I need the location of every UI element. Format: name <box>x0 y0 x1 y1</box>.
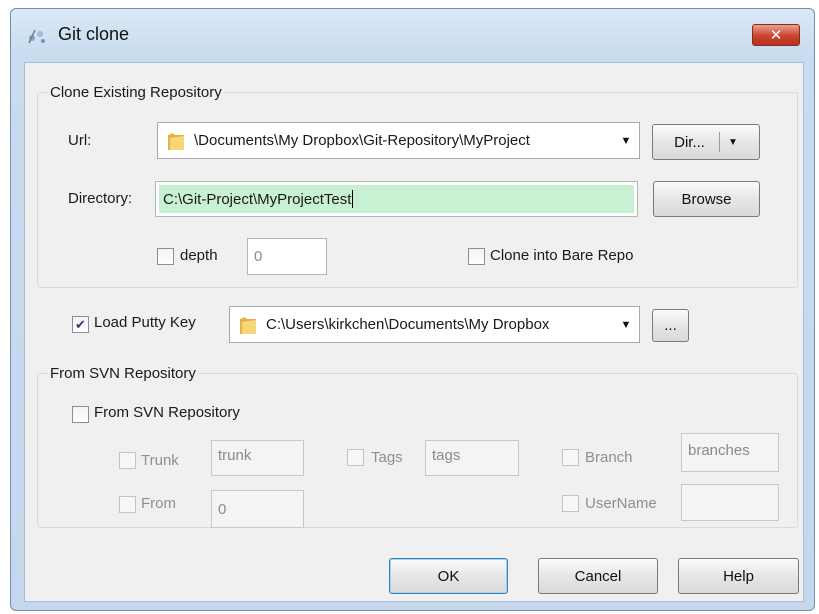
chevron-down-icon[interactable]: ▼ <box>613 135 639 147</box>
folder-icon <box>240 316 256 334</box>
tags-label: Tags <box>371 449 403 466</box>
putty-key-combobox[interactable]: C:\Users\kirkchen\Documents\My Dropbox ▼ <box>229 306 640 343</box>
url-combobox[interactable]: \Documents\My Dropbox\Git-Repository\MyP… <box>157 122 640 159</box>
username-input[interactable] <box>681 484 779 521</box>
cancel-button[interactable]: Cancel <box>538 558 658 594</box>
from-revision-input[interactable]: 0 <box>211 490 304 528</box>
git-clone-icon <box>28 29 45 44</box>
chevron-down-icon[interactable]: ▼ <box>728 137 738 148</box>
browse-button[interactable]: Browse <box>653 181 760 217</box>
dir-button-label: Dir... <box>674 133 705 151</box>
svn-group-title: From SVN Repository <box>48 365 198 382</box>
url-label: Url: <box>68 132 92 149</box>
branch-checkbox[interactable] <box>562 449 579 466</box>
directory-label: Directory: <box>68 190 133 207</box>
tags-checkbox[interactable] <box>347 449 364 466</box>
url-value: \Documents\My Dropbox\Git-Repository\MyP… <box>194 132 530 149</box>
help-button[interactable]: Help <box>678 558 799 594</box>
putty-browse-button[interactable]: ... <box>652 309 689 342</box>
split-divider <box>718 132 720 152</box>
directory-value: C:\Git-Project\MyProjectTest <box>163 190 352 208</box>
depth-checkbox[interactable] <box>157 248 174 265</box>
directory-input[interactable]: C:\Git-Project\MyProjectTest <box>155 181 638 217</box>
from-svn-label: From SVN Repository <box>94 404 240 421</box>
folder-icon <box>168 132 184 150</box>
username-checkbox[interactable] <box>562 495 579 512</box>
depth-input[interactable]: 0 <box>247 238 327 275</box>
close-icon: ✕ <box>769 27 783 44</box>
directory-selection-highlight: C:\Git-Project\MyProjectTest <box>159 185 634 213</box>
depth-label: depth <box>180 247 218 264</box>
chevron-down-icon[interactable]: ▼ <box>613 319 639 331</box>
load-putty-key-label: Load Putty Key <box>94 314 196 331</box>
from-svn-checkbox[interactable] <box>72 406 89 423</box>
trunk-label: Trunk <box>141 452 179 469</box>
branch-input[interactable]: branches <box>681 433 779 472</box>
branch-label: Branch <box>585 449 633 466</box>
clone-group-title: Clone Existing Repository <box>48 84 224 101</box>
clone-bare-checkbox[interactable] <box>468 248 485 265</box>
trunk-input[interactable]: trunk <box>211 440 304 476</box>
username-label: UserName <box>585 495 657 512</box>
window-title: Git clone <box>58 24 130 44</box>
tags-input[interactable]: tags <box>425 440 519 476</box>
text-caret <box>352 190 354 208</box>
checkmark-icon: ✔ <box>75 316 86 332</box>
trunk-checkbox[interactable] <box>119 452 136 469</box>
clone-bare-label: Clone into Bare Repo <box>490 247 634 264</box>
from-revision-checkbox[interactable] <box>119 496 136 513</box>
putty-key-value: C:\Users\kirkchen\Documents\My Dropbox <box>266 316 550 333</box>
load-putty-key-checkbox[interactable]: ✔ <box>72 316 89 333</box>
close-button[interactable]: ✕ <box>752 24 800 46</box>
dir-split-button[interactable]: Dir... ▼ <box>652 124 760 160</box>
from-revision-label: From <box>141 495 176 512</box>
ok-button[interactable]: OK <box>389 558 508 594</box>
